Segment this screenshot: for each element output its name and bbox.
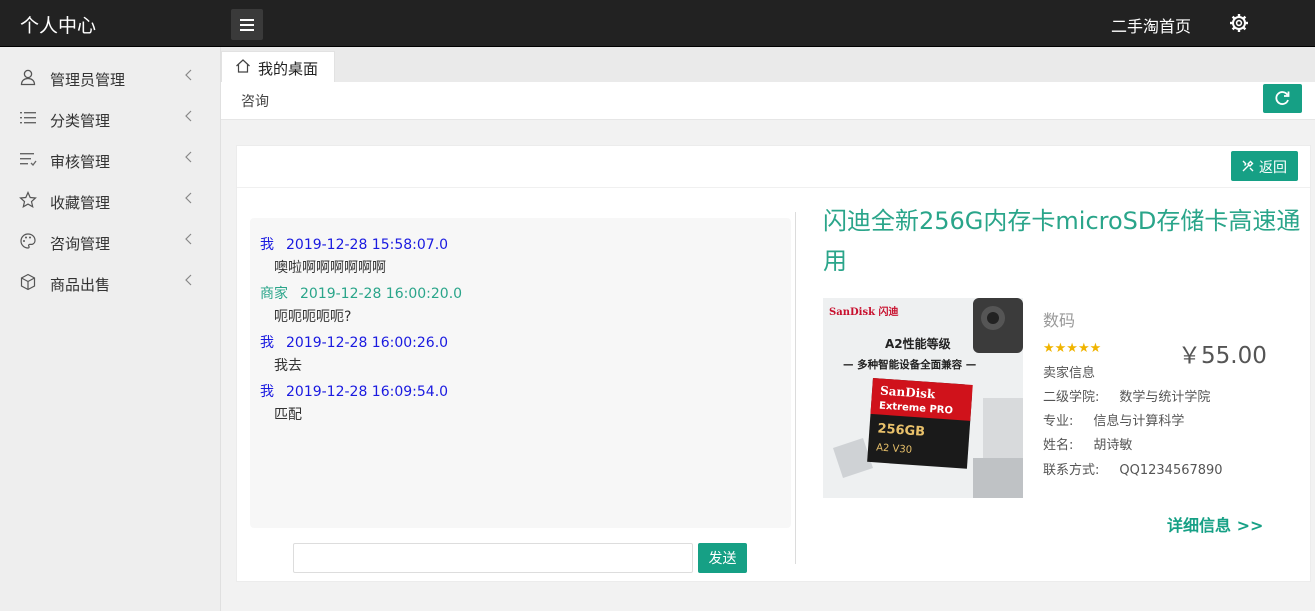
sidebar-item-sale[interactable]: 商品出售: [0, 263, 221, 303]
detail-link[interactable]: 详细信息 >>: [1167, 512, 1263, 536]
user-icon: [20, 69, 36, 86]
breadcrumb-current: 咨询: [241, 94, 269, 110]
cube-icon: [20, 273, 36, 291]
info-major: 专业: 信息与计算科学: [1043, 414, 1185, 429]
message-text: 我去: [274, 358, 302, 374]
palette-icon: [20, 233, 36, 249]
svg-text:A2性能等级: A2性能等级: [885, 336, 951, 351]
tab-bar: 我的桌面: [221, 47, 1315, 82]
tab-my-desktop[interactable]: 我的桌面: [221, 51, 335, 82]
breadcrumb: 咨询: [221, 82, 1315, 120]
product-category: 数码: [1043, 311, 1076, 330]
chevron-left-icon: [185, 274, 192, 286]
menu-toggle-button[interactable]: [231, 9, 263, 40]
product-image[interactable]: SanDisk 闪迪 A2性能等级 — 多种智能设备全面兼容 — SanDisk…: [823, 298, 1023, 498]
message-sender: 我: [260, 335, 274, 351]
sidebar-item-label: 审核管理: [50, 153, 111, 171]
message-time: 2019-12-28 16:00:20.0: [300, 286, 463, 302]
product-price: ￥55.00: [1178, 343, 1267, 369]
sidebar-item-label: 商品出售: [50, 276, 111, 294]
message-time: 2019-12-28 16:09:54.0: [286, 384, 449, 400]
chat-message: 商家 2019-12-28 16:00:20.0 呃呃呃呃呃?: [260, 283, 780, 326]
back-button[interactable]: 返回: [1231, 151, 1298, 181]
message-sender: 我: [260, 384, 274, 400]
list-check-icon: [20, 153, 37, 166]
home-icon: [236, 59, 250, 73]
refresh-button[interactable]: [1263, 84, 1302, 113]
message-sender: 我: [260, 237, 274, 253]
gear-icon[interactable]: [1229, 13, 1249, 33]
message-time: 2019-12-28 15:58:07.0: [286, 237, 449, 253]
chat-message: 我 2019-12-28 16:09:54.0 匹配: [260, 381, 780, 424]
chat-message: 我 2019-12-28 15:58:07.0 噢啦啊啊啊啊啊啊: [260, 234, 780, 277]
sidebar-item-favorites[interactable]: 收藏管理: [0, 181, 221, 221]
sidebar-item-label: 管理员管理: [50, 71, 126, 89]
chat-message: 我 2019-12-28 16:00:26.0 我去: [260, 332, 780, 375]
message-time: 2019-12-28 16:00:26.0: [286, 335, 449, 351]
info-contact: 联系方式: QQ1234567890: [1043, 463, 1223, 478]
tools-icon: [1242, 160, 1254, 172]
message-sender: 商家: [260, 286, 288, 302]
info-name: 姓名: 胡诗敏: [1043, 438, 1133, 453]
svg-text:— 多种智能设备全面兼容 —: — 多种智能设备全面兼容 —: [843, 358, 976, 371]
refresh-icon: [1275, 91, 1290, 105]
sidebar: 管理员管理 分类管理 审核管理 收藏管理 咨询管理 商品出售: [0, 47, 221, 611]
sidebar-item-consult[interactable]: 咨询管理: [0, 222, 221, 262]
divider: [795, 212, 796, 564]
product-title: 闪迪全新256G内存卡microSD存储卡高速通用: [823, 207, 1301, 275]
consult-card: 返回 我 2019-12-28 15:58:07.0 噢啦啊啊啊啊啊啊 商家 201…: [236, 145, 1311, 582]
chevron-left-icon: [185, 151, 192, 163]
card-header: 返回: [237, 146, 1310, 188]
send-button[interactable]: 发送: [698, 543, 747, 573]
chevron-left-icon: [185, 69, 192, 81]
sidebar-item-label: 咨询管理: [50, 235, 111, 253]
star-icon: [19, 191, 37, 209]
sidebar-item-admin[interactable]: 管理员管理: [0, 58, 221, 98]
message-text: 呃呃呃呃呃?: [274, 309, 352, 325]
list-icon: [20, 112, 36, 124]
chat-input[interactable]: [293, 543, 693, 573]
chevron-left-icon: [185, 233, 192, 245]
app-title: 个人中心: [20, 15, 97, 37]
top-bar: 个人中心 二手淘首页: [0, 0, 1315, 47]
chat-history: 我 2019-12-28 15:58:07.0 噢啦啊啊啊啊啊啊 商家 2019-1…: [250, 218, 791, 528]
back-label: 返回: [1259, 160, 1287, 176]
message-text: 噢啦啊啊啊啊啊啊: [274, 260, 386, 276]
sidebar-item-label: 分类管理: [50, 112, 111, 130]
sidebar-item-review[interactable]: 审核管理: [0, 140, 221, 180]
chevron-left-icon: [185, 110, 192, 122]
rating-stars: ★★★★★: [1043, 341, 1102, 356]
svg-text:SanDisk 闪迪: SanDisk 闪迪: [829, 305, 898, 318]
info-college: 二级学院: 数学与统计学院: [1043, 390, 1211, 405]
sidebar-item-label: 收藏管理: [50, 194, 111, 212]
tab-label: 我的桌面: [258, 60, 319, 78]
home-link[interactable]: 二手淘首页: [1111, 13, 1191, 37]
sidebar-item-category[interactable]: 分类管理: [0, 99, 221, 139]
seller-info-title: 卖家信息: [1043, 366, 1096, 381]
chevron-left-icon: [185, 192, 192, 204]
message-text: 匹配: [274, 407, 302, 423]
